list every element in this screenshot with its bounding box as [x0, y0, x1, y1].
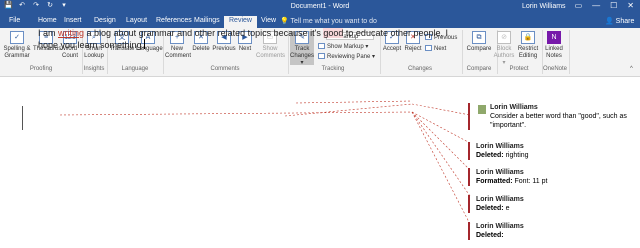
revision-type: Deleted: [476, 152, 504, 159]
tab-design[interactable]: Design [94, 17, 116, 24]
minimize-icon[interactable]: — [592, 1, 600, 10]
linked-label: Linked [545, 46, 563, 52]
reviewing-pane-label: Reviewing Pane ▾ [327, 54, 376, 60]
revision-type: Deleted: [476, 205, 504, 212]
block-authors-icon: ⊘ [497, 31, 511, 44]
reviewing-pane-button[interactable]: Reviewing Pane ▾ [318, 53, 375, 61]
grammar-label: Grammar [4, 53, 30, 59]
comments-label: Comments [256, 53, 286, 59]
group-onenote: OneNote [542, 66, 567, 72]
group-changes: Changes [407, 66, 433, 72]
group-protect: Protect [509, 66, 529, 72]
lock-icon: 🔒 [521, 31, 535, 44]
text-cursor [144, 39, 146, 49]
changes-label: Changes ▾ [290, 53, 315, 66]
group-proofing: Proofing [29, 66, 53, 72]
revision-author: Lorin Williams [476, 196, 524, 203]
compare-icon: ⧉ [472, 31, 486, 44]
revision-balloon[interactable]: Lorin Williams Deleted: e [468, 195, 640, 213]
count-label: Count [61, 53, 78, 59]
restrict-label: Restrict [517, 46, 539, 52]
revision-text: Font: 11 pt [514, 178, 548, 185]
restrict-editing-button[interactable]: 🔒 Restrict Editing [517, 31, 539, 60]
comment-text: Consider a better word than "good", such… [490, 113, 627, 129]
notes-label: Notes [546, 53, 562, 59]
ribbon-display-icon[interactable]: ▭ [575, 1, 583, 10]
revision-balloon[interactable]: Lorin Williams Deleted: righting [468, 142, 640, 160]
change-bar [22, 106, 23, 130]
spelling-icon: ✓ [10, 31, 24, 44]
tell-me-label: Tell me what you want to do [290, 18, 377, 25]
title-bar: 💾 ↶ ↷ ↻ ▾ Document1 - Word Lorin William… [0, 0, 640, 14]
share-button[interactable]: 👤 Share [605, 17, 634, 25]
doc-text-run: a blog about grammar and other related t… [84, 28, 324, 38]
group-language: Language [121, 66, 149, 72]
tab-view[interactable]: View [261, 17, 276, 24]
close-icon[interactable]: ✕ [627, 1, 634, 10]
tell-me-search[interactable]: 💡 Tell me what you want to do [280, 17, 377, 25]
tab-home[interactable]: Home [38, 17, 57, 24]
block-label: Block [496, 46, 512, 52]
revision-text: e [505, 205, 510, 212]
tab-references[interactable]: References [156, 17, 192, 24]
reviewing-pane-icon [318, 53, 325, 59]
compare-label: Compare [466, 46, 492, 52]
compare-button[interactable]: ⧉ Compare [466, 31, 492, 53]
user-name[interactable]: Lorin Williams [522, 3, 566, 10]
block-authors-button[interactable]: ⊘ Block Authors ▾ [492, 31, 516, 67]
spelling-label: Spelling & [3, 46, 31, 52]
spelling-grammar-button[interactable]: ✓ Spelling & Grammar [2, 31, 32, 60]
comment-label: Comment [165, 53, 192, 59]
doc-text-run: I am [38, 28, 59, 38]
collapse-ribbon-icon[interactable]: ^ [630, 66, 633, 73]
tab-layout[interactable]: Layout [126, 17, 147, 24]
separator [569, 30, 570, 74]
comment-balloon[interactable]: Lorin Williams Consider a better word th… [468, 103, 640, 130]
group-comments: Comments [210, 66, 240, 72]
revision-balloon[interactable]: Lorin Williams Deleted: [468, 222, 640, 240]
authors-label: Authors ▾ [493, 53, 515, 66]
separator [462, 30, 463, 74]
window-controls: ▭ — ☐ ✕ [575, 1, 634, 10]
group-insights: Insights [83, 66, 105, 72]
comment-author: Lorin Williams [490, 104, 538, 111]
inserted-text[interactable]: writing [58, 28, 84, 38]
revision-balloon[interactable]: Lorin Williams Formatted: Font: 11 pt [468, 168, 640, 186]
document-paragraph[interactable]: I am writing a blog about grammar and ot… [38, 27, 458, 51]
revision-text: righting [505, 152, 529, 159]
ribbon-tabs: File Home Insert Design Layout Reference… [0, 14, 640, 28]
lookup-label: Lookup [84, 53, 104, 59]
share-label: Share [615, 18, 635, 25]
revision-author: Lorin Williams [476, 143, 524, 150]
tab-file[interactable]: File [9, 17, 20, 24]
tab-insert[interactable]: Insert [64, 17, 82, 24]
commented-text[interactable]: good [323, 28, 344, 38]
group-tracking: Tracking [321, 66, 345, 72]
revision-type: Formatted: [476, 178, 513, 185]
tab-mailings[interactable]: Mailings [194, 17, 220, 24]
editing-label: Editing [518, 53, 538, 59]
markup-balloons: Lorin Williams Consider a better word th… [468, 103, 640, 248]
revision-author: Lorin Williams [476, 169, 524, 176]
onenote-icon: N [547, 31, 561, 44]
maximize-icon[interactable]: ☐ [610, 1, 617, 10]
revision-type: Deleted: [476, 232, 504, 239]
group-compare: Compare [466, 66, 492, 72]
linked-notes-button[interactable]: N Linked Notes [544, 31, 564, 60]
avatar [478, 105, 486, 114]
revision-author: Lorin Williams [476, 223, 524, 230]
